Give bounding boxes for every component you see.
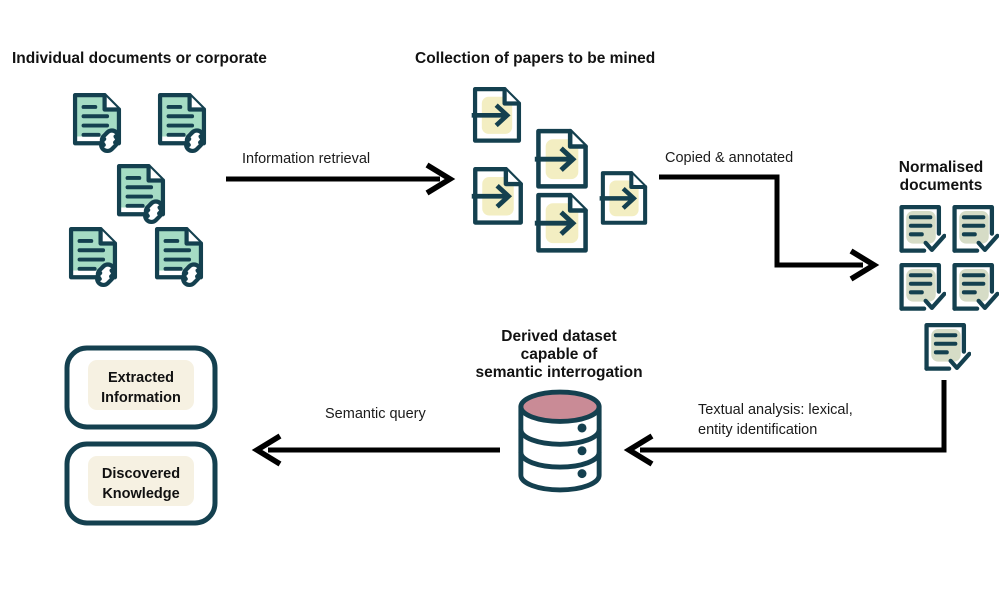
outcome-label-line1: Extracted: [108, 370, 174, 386]
outcome-label-line2: Information: [101, 390, 181, 406]
outcome-label-line1: Discovered: [102, 466, 180, 482]
outcome-box-extracted-information[interactable]: Extracted Information: [64, 345, 218, 430]
outcome-box-discovered-knowledge[interactable]: Discovered Knowledge: [64, 441, 218, 526]
diagram-canvas: Individual documents or corporate Collec…: [0, 0, 1000, 600]
outcome-label-line2: Knowledge: [102, 486, 179, 502]
outcome-boxes-layer: Extracted Information Discovered Knowled…: [64, 345, 218, 526]
